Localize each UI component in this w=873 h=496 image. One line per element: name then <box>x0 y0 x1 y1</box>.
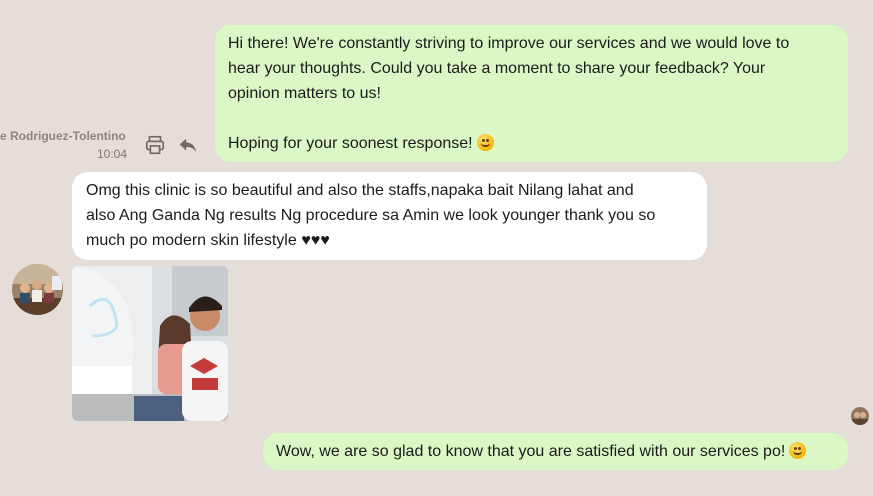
message-text-line: Omg this clinic is so beautiful and also… <box>86 182 634 199</box>
sender-avatar[interactable] <box>12 264 63 315</box>
message-text-line: much po modern skin lifestyle ♥♥♥ <box>86 232 330 249</box>
message-text-line: Hoping for your soonest response! <box>228 131 835 156</box>
message-text-line: also Ang Ganda Ng results Ng procedure s… <box>86 207 656 224</box>
message-text-line: Hi there! We're constantly striving to i… <box>228 35 790 52</box>
message-text-line: opinion matters to us! <box>228 85 381 102</box>
outgoing-message-bubble[interactable]: Wow, we are so glad to know that you are… <box>263 433 848 470</box>
message-text: Wow, we are so glad to know that you are… <box>276 443 786 460</box>
message-timestamp: 10:04 <box>97 147 128 161</box>
outgoing-message-bubble[interactable]: Hi there! We're constantly striving to i… <box>215 25 848 162</box>
print-icon[interactable] <box>144 134 166 156</box>
message-text: Hoping for your soonest response! <box>228 135 473 152</box>
sender-name: e Rodriguez-Tolentino <box>0 129 126 143</box>
smiling-face-icon <box>476 134 494 151</box>
smiling-face-icon <box>789 442 807 459</box>
reply-icon[interactable] <box>177 134 199 156</box>
own-avatar <box>851 407 869 425</box>
message-text-line: hear your thoughts. Could you take a mom… <box>228 60 766 77</box>
photo-attachment[interactable] <box>72 266 228 421</box>
incoming-message-bubble[interactable]: Omg this clinic is so beautiful and also… <box>72 172 707 260</box>
